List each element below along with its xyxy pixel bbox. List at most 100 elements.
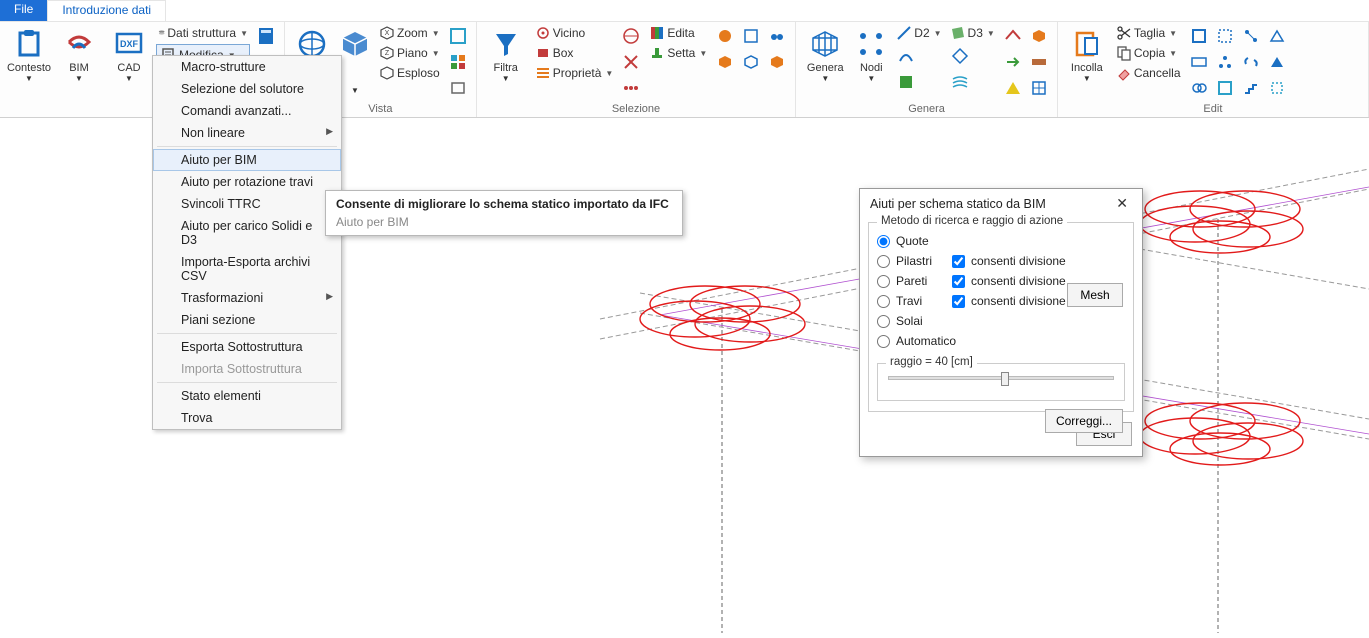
ed-5[interactable]	[1187, 50, 1211, 74]
cancella-button[interactable]: Cancella	[1114, 64, 1183, 82]
sq-dash-icon	[1216, 27, 1234, 45]
edita-button[interactable]: Edita	[647, 24, 709, 42]
ed-2[interactable]	[1213, 24, 1237, 48]
menu-macro-strutture[interactable]: Macro-strutture	[153, 56, 341, 78]
tab-file[interactable]: File	[0, 0, 47, 21]
copia-button[interactable]: Copia▼	[1114, 44, 1183, 62]
mesh-button[interactable]: Mesh	[1067, 283, 1123, 307]
radio-quote[interactable]	[877, 235, 890, 248]
menu-aiuto-rotazione-travi[interactable]: Aiuto per rotazione travi	[153, 171, 341, 193]
gen-g4[interactable]	[948, 70, 972, 94]
menu-comandi-avanzati[interactable]: Comandi avanzati...	[153, 100, 341, 122]
cube-solid-icon	[768, 53, 786, 71]
sel-g1[interactable]	[713, 24, 737, 48]
radio-pareti[interactable]	[877, 275, 890, 288]
cube-wire-icon	[742, 53, 760, 71]
sel-cross-button[interactable]	[619, 50, 643, 74]
gen-g6[interactable]	[1027, 24, 1051, 48]
bim-button[interactable]: BIM ▼	[56, 24, 102, 83]
menu-esporta-sottostruttura[interactable]: Esporta Sottostruttura	[153, 336, 341, 358]
genera-button[interactable]: Genera ▼	[802, 24, 848, 83]
tab-introduzione-dati[interactable]: Introduzione dati	[47, 0, 166, 21]
caret-icon: ▼	[125, 74, 133, 83]
ed-4[interactable]	[1265, 24, 1289, 48]
ed-1[interactable]	[1187, 24, 1211, 48]
ed-7[interactable]	[1239, 50, 1263, 74]
menu-aiuto-carico-solidi[interactable]: Aiuto per carico Solidi e D3	[153, 215, 341, 251]
radio-automatico[interactable]	[877, 335, 890, 348]
radio-solai[interactable]	[877, 315, 890, 328]
correggi-button[interactable]: Correggi...	[1045, 409, 1123, 433]
check-pareti-div[interactable]	[952, 275, 965, 288]
bim-label: BIM	[69, 62, 89, 74]
piano-button[interactable]: ZPiano▼	[377, 44, 442, 62]
square-green-icon	[897, 73, 915, 91]
gen-g7[interactable]	[1001, 50, 1025, 74]
proprieta-button[interactable]: Proprietà▼	[533, 64, 616, 82]
label-consenti-3: consenti divisione	[971, 294, 1066, 308]
raggio-slider[interactable]	[888, 376, 1114, 380]
menu-separator	[157, 146, 337, 147]
cad-button[interactable]: DXF CAD ▼	[106, 24, 152, 83]
incolla-label: Incolla	[1071, 62, 1103, 74]
nodi-button[interactable]: Nodi ▼	[852, 24, 890, 83]
ed-11[interactable]	[1239, 76, 1263, 100]
menu-aiuto-per-bim[interactable]: Aiuto per BIM	[153, 149, 341, 171]
gen-g2[interactable]	[894, 70, 918, 94]
d2-button[interactable]: D2▼	[894, 24, 943, 42]
menu-trova[interactable]: Trova	[153, 407, 341, 429]
menu-trasformazioni[interactable]: Trasformazioni	[153, 287, 341, 309]
gen-g3[interactable]	[948, 44, 972, 68]
contesto-button[interactable]: Contesto ▼	[6, 24, 52, 83]
vicino-button[interactable]: Vicino	[533, 24, 616, 42]
d3-button[interactable]: D3▼	[948, 24, 997, 42]
vista-misc1[interactable]	[446, 24, 470, 48]
gen-g9[interactable]	[1001, 76, 1025, 100]
zoom-button[interactable]: XZoom▼	[377, 24, 442, 42]
stair-icon	[1242, 79, 1260, 97]
filtra-button[interactable]: Filtra ▼	[483, 24, 529, 83]
radio-travi[interactable]	[877, 295, 890, 308]
gen-g5[interactable]	[1001, 24, 1025, 48]
menu-piani-sezione[interactable]: Piani sezione	[153, 309, 341, 331]
menu-importa-esporta-csv[interactable]: Importa-Esporta archivi CSV	[153, 251, 341, 287]
sel-globe-button[interactable]	[619, 24, 643, 48]
sel-g6[interactable]	[765, 50, 789, 74]
sel-three-button[interactable]	[619, 76, 643, 100]
box-button[interactable]: Box	[533, 44, 616, 62]
cube-view-button[interactable]: ▼	[337, 24, 373, 95]
ed-12[interactable]	[1265, 76, 1289, 100]
ed-3[interactable]	[1239, 24, 1263, 48]
menu-non-lineare[interactable]: Non lineare	[153, 122, 341, 144]
setta-button[interactable]: Setta▼	[647, 44, 709, 62]
gen-g10[interactable]	[1027, 76, 1051, 100]
slider-thumb[interactable]	[1001, 372, 1009, 386]
ed-6[interactable]	[1213, 50, 1237, 74]
toolbar-calc-button[interactable]	[254, 24, 278, 48]
ed-8[interactable]	[1265, 50, 1289, 74]
check-travi-div[interactable]	[952, 295, 965, 308]
dati-struttura-button[interactable]: Dati struttura ▼	[156, 24, 250, 42]
menu-selezione-solutore[interactable]: Selezione del solutore	[153, 78, 341, 100]
menu-stato-elementi[interactable]: Stato elementi	[153, 385, 341, 407]
ed-9[interactable]	[1187, 76, 1211, 100]
sel-g5[interactable]	[739, 50, 763, 74]
paste-icon	[1071, 28, 1103, 60]
sel-g3[interactable]	[765, 24, 789, 48]
gen-g8[interactable]	[1027, 50, 1051, 74]
sel-g4[interactable]	[713, 50, 737, 74]
ed-10[interactable]	[1213, 76, 1237, 100]
close-icon[interactable]: ✕	[1112, 195, 1132, 212]
check-pilastri-div[interactable]	[952, 255, 965, 268]
vista-misc3[interactable]	[446, 76, 470, 100]
taglia-button[interactable]: Taglia▼	[1114, 24, 1183, 42]
label-consenti-2: consenti divisione	[971, 274, 1066, 288]
menu-svincoli-ttrc[interactable]: Svincoli TTRC	[153, 193, 341, 215]
vista-misc2[interactable]	[446, 50, 470, 74]
radio-pilastri[interactable]	[877, 255, 890, 268]
gen-g1[interactable]	[894, 44, 918, 68]
incolla-button[interactable]: Incolla ▼	[1064, 24, 1110, 83]
sel-g2[interactable]	[739, 24, 763, 48]
caret-icon: ▼	[867, 74, 875, 83]
esploso-button[interactable]: Esploso	[377, 64, 442, 82]
